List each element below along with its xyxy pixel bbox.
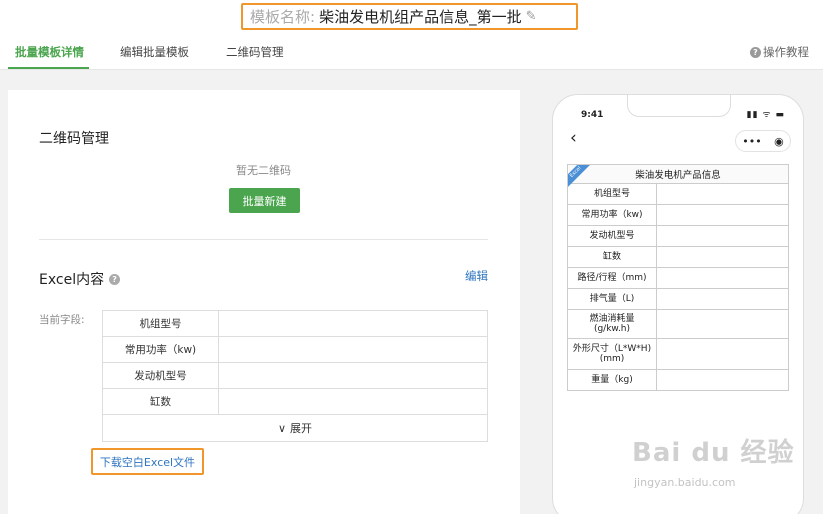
- chevron-down-icon: ∨: [277, 421, 287, 435]
- field-value: [219, 311, 487, 336]
- question-icon: ?: [750, 46, 761, 58]
- phone-notch: [627, 95, 731, 117]
- table-row: 发动机型号: [568, 226, 788, 247]
- table-row: 常用功率（kw): [103, 337, 487, 363]
- no-qr-message: 暂无二维码: [236, 164, 291, 177]
- tab-edit-batch-template[interactable]: 编辑批量模板: [120, 44, 189, 60]
- row-label: 发动机型号: [568, 226, 657, 246]
- download-blank-excel-link[interactable]: 下载空白Excel文件: [91, 448, 204, 475]
- preview-table: Excel 柴油发电机产品信息 机组型号 常用功率（kw) 发动机型号 缸数 路…: [567, 164, 789, 391]
- status-icons: ▮▮ ᯤ ▬: [746, 110, 785, 120]
- baidu-watermark: Bai du 经验 jingyan.baidu.com: [632, 432, 794, 502]
- row-label: 重量（kg): [568, 370, 657, 390]
- row-label: 燃油消耗量 (g/kw.h): [568, 310, 657, 338]
- batch-create-button[interactable]: 批量新建: [229, 188, 300, 213]
- field-name: 缸数: [103, 389, 219, 414]
- table-row: 路径/行程（mm): [568, 268, 788, 289]
- excel-title-text: Excel内容: [39, 272, 105, 288]
- row-value: [657, 310, 788, 338]
- page-header: 模板名称: 柴油发电机组产品信息_第一批 ✎: [0, 0, 823, 34]
- details-card: 二维码管理 暂无二维码 批量新建 Excel内容 ? 编辑 当前字段: 机组型号…: [8, 90, 520, 514]
- table-row: 缸数: [568, 247, 788, 268]
- preview-title-text: 柴油发电机产品信息: [635, 170, 721, 181]
- table-row: 常用功率（kw): [568, 205, 788, 226]
- table-row: 重量（kg): [568, 370, 788, 391]
- status-time: 9:41: [581, 110, 604, 120]
- table-row: 燃油消耗量 (g/kw.h): [568, 310, 788, 339]
- template-name-value: 柴油发电机组产品信息_第一批: [319, 8, 522, 26]
- section-divider: [39, 239, 488, 240]
- fields-table: 机组型号 常用功率（kw) 发动机型号 缸数 ∨ 展开: [102, 310, 488, 442]
- row-value: [657, 289, 788, 309]
- excel-edit-link[interactable]: 编辑: [465, 268, 488, 284]
- row-value: [657, 268, 788, 288]
- preview-table-title: Excel 柴油发电机产品信息: [568, 165, 788, 191]
- template-name-box[interactable]: 模板名称: 柴油发电机组产品信息_第一批 ✎: [241, 3, 578, 30]
- row-label: 排气量（L): [568, 289, 657, 309]
- more-icon[interactable]: •••: [742, 135, 761, 148]
- table-row: 缸数: [103, 389, 487, 415]
- field-name: 常用功率（kw): [103, 337, 219, 362]
- field-value: [219, 389, 487, 414]
- field-name: 机组型号: [103, 311, 219, 336]
- table-row: 机组型号: [568, 184, 788, 205]
- table-row: 外形尺寸（L*W*H) (mm): [568, 339, 788, 370]
- row-label: 外形尺寸（L*W*H) (mm): [568, 339, 657, 369]
- field-name: 发动机型号: [103, 363, 219, 388]
- help-label: 操作教程: [763, 45, 809, 59]
- row-value: [657, 247, 788, 267]
- active-tab-indicator: [8, 67, 89, 69]
- close-circle-icon[interactable]: ◉: [774, 135, 784, 148]
- row-label: 常用功率（kw): [568, 205, 657, 225]
- row-label: 机组型号: [568, 184, 657, 204]
- row-value: [657, 205, 788, 225]
- field-value: [219, 337, 487, 362]
- watermark-text: Bai du 经验: [632, 438, 795, 468]
- current-fields-label: 当前字段:: [39, 314, 85, 326]
- watermark-url: jingyan.baidu.com: [634, 476, 736, 489]
- help-tutorial-link[interactable]: ? 操作教程: [750, 44, 809, 60]
- expand-label: 展开: [290, 422, 313, 435]
- info-icon[interactable]: ?: [109, 273, 121, 285]
- back-arrow-icon[interactable]: ‹: [570, 128, 577, 148]
- template-name-label: 模板名称:: [250, 8, 316, 26]
- row-label: 路径/行程（mm): [568, 268, 657, 288]
- row-label: 缸数: [568, 247, 657, 267]
- row-value: [657, 184, 788, 204]
- table-row: 排气量（L): [568, 289, 788, 310]
- row-value: [657, 370, 788, 390]
- tab-bar: 批量模板详情 编辑批量模板 二维码管理 ? 操作教程: [0, 38, 823, 70]
- row-value: [657, 339, 788, 369]
- field-value: [219, 363, 487, 388]
- table-row: 机组型号: [103, 311, 487, 337]
- excel-section-title: Excel内容 ?: [39, 269, 121, 289]
- mini-program-capsule: ••• ◉: [735, 130, 791, 152]
- pencil-icon[interactable]: ✎: [526, 9, 537, 24]
- row-value: [657, 226, 788, 246]
- table-row: 发动机型号: [103, 363, 487, 389]
- tab-batch-template-details[interactable]: 批量模板详情: [15, 44, 84, 60]
- expand-button[interactable]: ∨ 展开: [103, 415, 487, 441]
- qr-section-title: 二维码管理: [39, 131, 109, 147]
- tab-qr-management[interactable]: 二维码管理: [226, 44, 284, 60]
